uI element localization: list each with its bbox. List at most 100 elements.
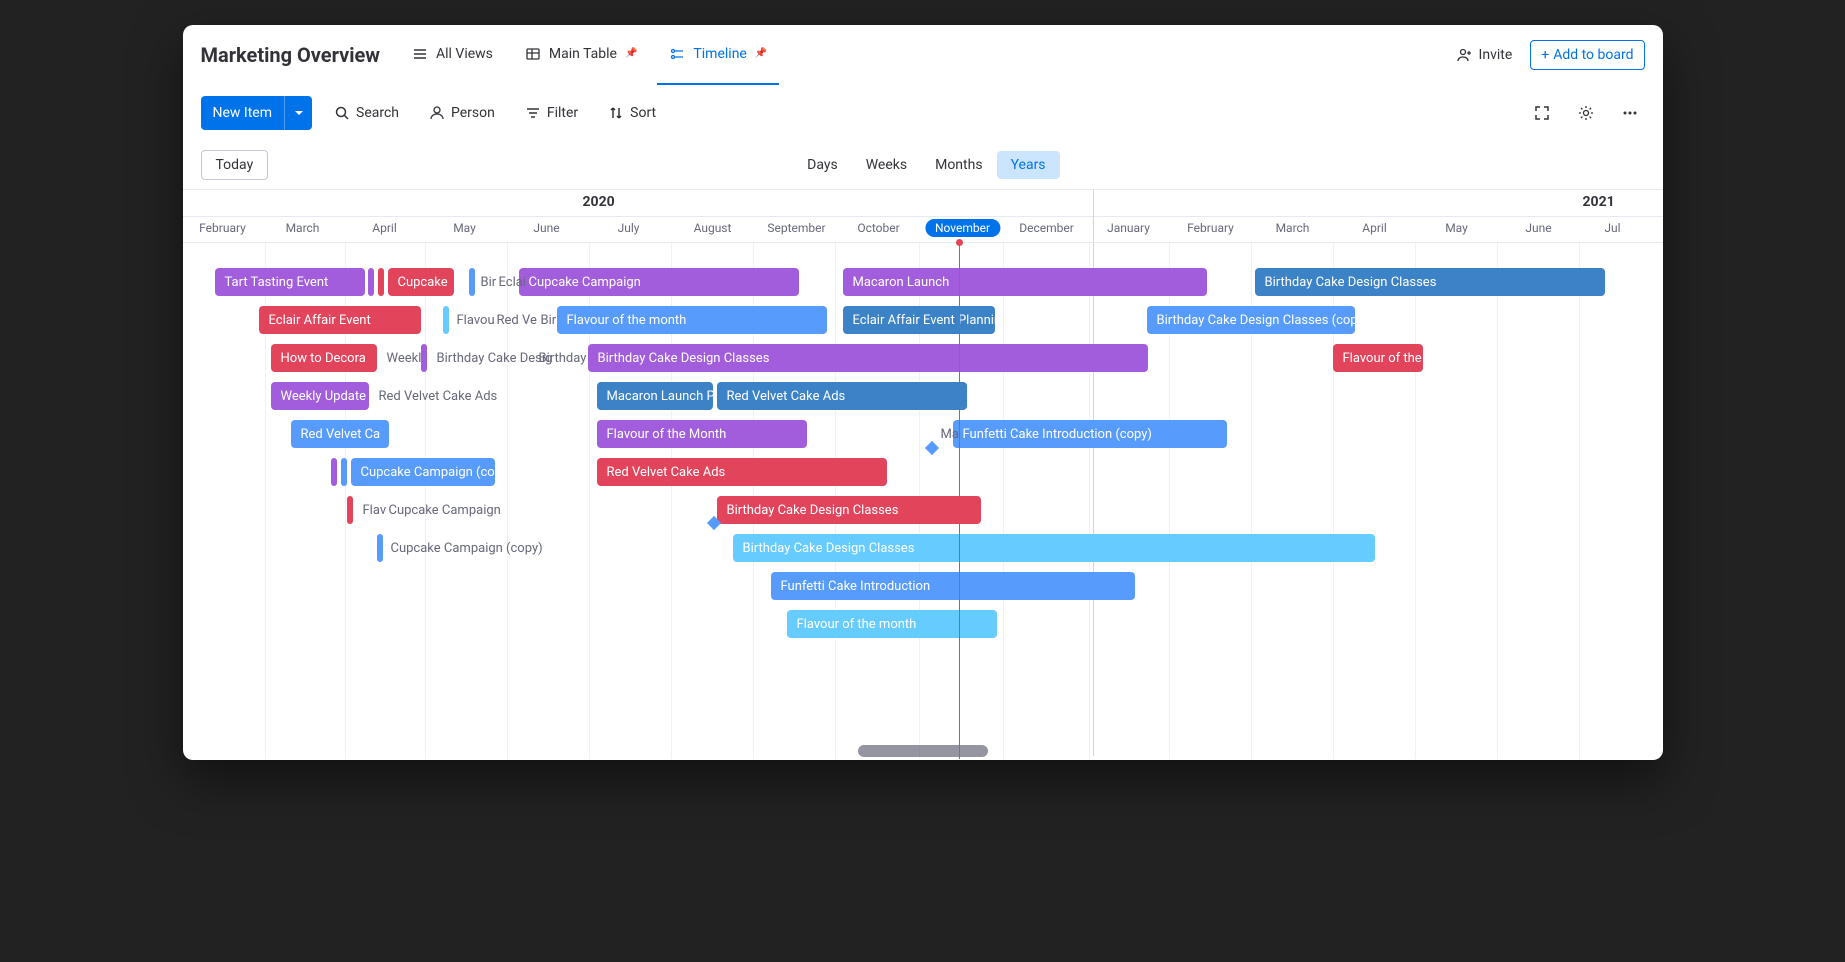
timeline-bar[interactable] — [377, 534, 383, 562]
month-label-current: November — [925, 219, 1000, 237]
timeline-bar[interactable] — [347, 496, 353, 524]
month-label: Jul — [1604, 221, 1620, 235]
app-window: Marketing Overview All Views Main Table … — [183, 25, 1663, 760]
timeline-bar[interactable]: Eclair Affair Event — [259, 306, 421, 334]
tab-label: All Views — [436, 46, 493, 62]
timeline-bar[interactable]: Funfetti Cake Introduction — [771, 572, 1135, 600]
timeline-bar[interactable]: Flavour of the month — [557, 306, 827, 334]
tab-main-table[interactable]: Main Table 📌 — [513, 25, 650, 85]
timeline-view[interactable]: 2020 2021 February March April May June July Au… — [183, 189, 1663, 759]
sort-icon — [608, 105, 624, 121]
timeline-bar[interactable]: Birthday Cake Design Classes — [717, 496, 981, 524]
year-header: 2020 2021 — [183, 189, 1663, 217]
tab-timeline[interactable]: Timeline 📌 — [657, 25, 779, 85]
month-label: April — [372, 221, 396, 235]
month-header: FebruaryMarchAprilMayJuneJulyAugustSepte… — [183, 217, 1663, 243]
timeline-bar[interactable]: Red Velvet Ca — [291, 420, 389, 448]
timeline-bar[interactable]: Cupcake Campaign (copy — [351, 458, 495, 486]
timeline-bar[interactable]: Red Velvet Cake Ads — [597, 458, 887, 486]
tab-all-views[interactable]: All Views — [400, 25, 505, 85]
filter-button[interactable]: Filter — [517, 99, 586, 127]
timeline-bar[interactable]: Birthday Cake Design Classes — [1255, 268, 1605, 296]
month-label: August — [694, 221, 732, 235]
person-label: Person — [451, 105, 495, 121]
timeline-bar-collapsed-label[interactable]: Eclai — [495, 268, 530, 296]
timeline-bar[interactable]: Red Velvet Cake Ads — [717, 382, 967, 410]
timeline-bar-collapsed-label[interactable]: Cupcake Campaign — [385, 496, 505, 524]
month-label: October — [857, 221, 899, 235]
period-days[interactable]: Days — [793, 151, 852, 179]
person-plus-icon — [1457, 47, 1473, 63]
tab-label: Main Table — [549, 46, 617, 62]
pin-icon: 📌 — [755, 48, 767, 59]
horizontal-scrollbar[interactable] — [858, 745, 988, 757]
month-label: May — [453, 221, 476, 235]
timeline-bar[interactable]: Birthday Cake Design Classes (copy) — [1147, 306, 1355, 334]
timeline-bar-collapsed-label[interactable]: Cupcake Campaign (copy) — [387, 534, 547, 562]
month-label: July — [618, 221, 640, 235]
search-label: Search — [356, 105, 399, 121]
invite-label: Invite — [1479, 47, 1513, 63]
timeline-bar-collapsed-label[interactable]: Weekl — [383, 344, 426, 372]
timeline-bar-collapsed-label[interactable]: Birthday — [535, 344, 591, 372]
month-label: June — [1525, 221, 1551, 235]
person-icon — [429, 105, 445, 121]
today-button[interactable]: Today — [201, 150, 269, 180]
timeline-bar-collapsed-label[interactable]: Red Ve — [493, 306, 541, 334]
invite-button[interactable]: Invite — [1447, 41, 1523, 69]
filter-icon — [525, 105, 541, 121]
timeline-controls: Today Days Weeks Months Years — [183, 141, 1663, 189]
month-label: December — [1019, 221, 1074, 235]
search-button[interactable]: Search — [326, 99, 407, 127]
search-icon — [334, 105, 350, 121]
timeline-bar[interactable]: Cupcake Campaign — [519, 268, 799, 296]
timeline-bar[interactable]: Macaron Launch Pa — [597, 382, 713, 410]
timeline-bars: Tart Tasting Event Cupcake Cupcake Campaig… — [183, 263, 1663, 759]
period-selector: Days Weeks Months Years — [793, 151, 1059, 179]
new-item-dropdown[interactable] — [284, 96, 312, 130]
person-filter-button[interactable]: Person — [421, 99, 503, 127]
period-months[interactable]: Months — [921, 151, 996, 179]
timeline-bar[interactable]: Birthday Cake Design Classes — [588, 344, 1148, 372]
add-to-board-button[interactable]: + Add to board — [1530, 40, 1644, 70]
menu-icon — [412, 46, 428, 62]
month-label: April — [1362, 221, 1386, 235]
period-weeks[interactable]: Weeks — [852, 151, 921, 179]
timeline-bar[interactable]: Macaron Launch — [843, 268, 1207, 296]
timeline-bar[interactable]: Flavour of the — [1333, 344, 1423, 372]
timeline-bar[interactable]: Birthday Cake Design Classes — [733, 534, 1375, 562]
timeline-bar-collapsed-label[interactable]: Bir — [537, 306, 561, 334]
more-button[interactable] — [1615, 98, 1645, 128]
timeline-bar[interactable]: Funfetti Cake Introduction (copy) — [953, 420, 1227, 448]
year-label: 2020 — [583, 194, 615, 210]
timeline-bar[interactable] — [331, 458, 337, 486]
table-icon — [525, 46, 541, 62]
sort-button[interactable]: Sort — [600, 99, 664, 127]
month-label: March — [286, 221, 320, 235]
timeline-bar[interactable]: Flavour of the Month — [597, 420, 807, 448]
timeline-bar[interactable]: Tart Tasting Event — [215, 268, 365, 296]
timeline-bar[interactable] — [341, 458, 347, 486]
fullscreen-button[interactable] — [1527, 98, 1557, 128]
timeline-bar[interactable]: Eclair Affair Event Planning — [843, 306, 995, 334]
year-label: 2021 — [1583, 194, 1615, 210]
timeline-bar[interactable] — [469, 268, 475, 296]
timeline-bar[interactable] — [443, 306, 449, 334]
timeline-bar-collapsed-label[interactable]: Red Velvet Cake Ads — [375, 382, 502, 410]
timeline-bar[interactable]: Cupcake — [388, 268, 454, 296]
month-label: February — [199, 221, 246, 235]
timeline-bar[interactable]: Flavour of the month — [787, 610, 997, 638]
timeline-bar[interactable]: How to Decora — [271, 344, 377, 372]
settings-button[interactable] — [1571, 98, 1601, 128]
month-label: June — [533, 221, 559, 235]
month-label: May — [1445, 221, 1468, 235]
add-to-board-label: Add to board — [1553, 47, 1633, 63]
new-item-button-group: New Item — [201, 96, 313, 130]
new-item-button[interactable]: New Item — [201, 96, 285, 130]
period-years[interactable]: Years — [997, 151, 1060, 179]
timeline-bar[interactable] — [378, 268, 384, 296]
timeline-bar[interactable] — [368, 268, 374, 296]
timeline-bar[interactable]: Weekly Update — [271, 382, 369, 410]
view-tabs: All Views Main Table 📌 Timeline 📌 — [400, 25, 779, 85]
today-marker — [959, 243, 960, 759]
